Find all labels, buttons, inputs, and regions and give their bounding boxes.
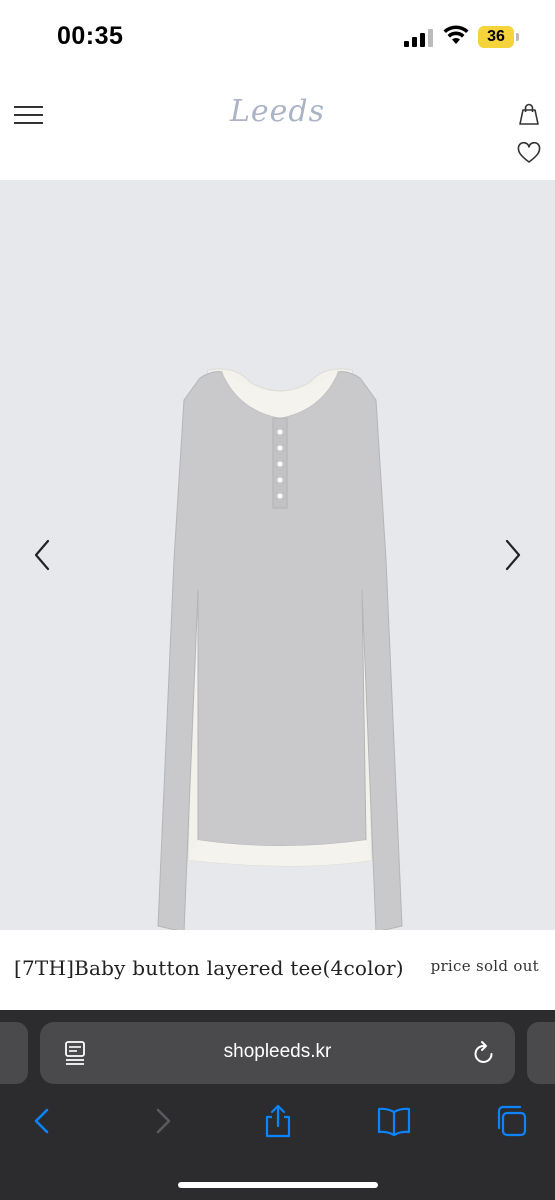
site-logo[interactable]: Leeds bbox=[0, 94, 555, 129]
product-name[interactable]: [7TH]Baby button layered tee(4color) bbox=[14, 956, 404, 980]
home-indicator bbox=[178, 1182, 378, 1188]
browser-bar: shopleeds.kr bbox=[0, 1010, 555, 1200]
hamburger-menu-icon[interactable] bbox=[14, 106, 44, 124]
wifi-icon bbox=[443, 25, 469, 44]
site-header: Leeds bbox=[0, 72, 555, 180]
product-price-status: price sold out bbox=[430, 957, 539, 975]
address-bar[interactable]: shopleeds.kr bbox=[40, 1022, 515, 1084]
chevron-right-icon[interactable] bbox=[499, 535, 527, 575]
chevron-left-icon[interactable] bbox=[28, 535, 56, 575]
page: 00:35 36 Leeds [7TH]Baby button layered … bbox=[0, 0, 555, 1200]
next-tab-preview[interactable] bbox=[527, 1022, 555, 1084]
battery-icon: 36 bbox=[478, 26, 514, 48]
status-time: 00:35 bbox=[57, 22, 124, 50]
cellular-signal-icon bbox=[404, 29, 433, 47]
product-image bbox=[157, 368, 403, 930]
product-info: [7TH]Baby button layered tee(4color) pri… bbox=[0, 930, 555, 1010]
forward-icon[interactable] bbox=[145, 1104, 179, 1138]
browser-toolbar bbox=[0, 1098, 555, 1148]
share-icon[interactable] bbox=[261, 1104, 295, 1138]
tabs-icon[interactable] bbox=[494, 1104, 528, 1138]
status-bar: 00:35 36 bbox=[0, 0, 555, 72]
back-icon[interactable] bbox=[26, 1104, 60, 1138]
battery-cap bbox=[516, 33, 519, 41]
reload-icon[interactable] bbox=[471, 1039, 497, 1067]
product-gallery[interactable] bbox=[0, 180, 555, 930]
previous-tab-preview[interactable] bbox=[0, 1022, 28, 1084]
url-text[interactable]: shopleeds.kr bbox=[40, 1041, 515, 1063]
shopping-bag-icon[interactable] bbox=[517, 102, 541, 126]
bookmarks-icon[interactable] bbox=[377, 1104, 411, 1138]
heart-icon[interactable] bbox=[517, 142, 541, 164]
